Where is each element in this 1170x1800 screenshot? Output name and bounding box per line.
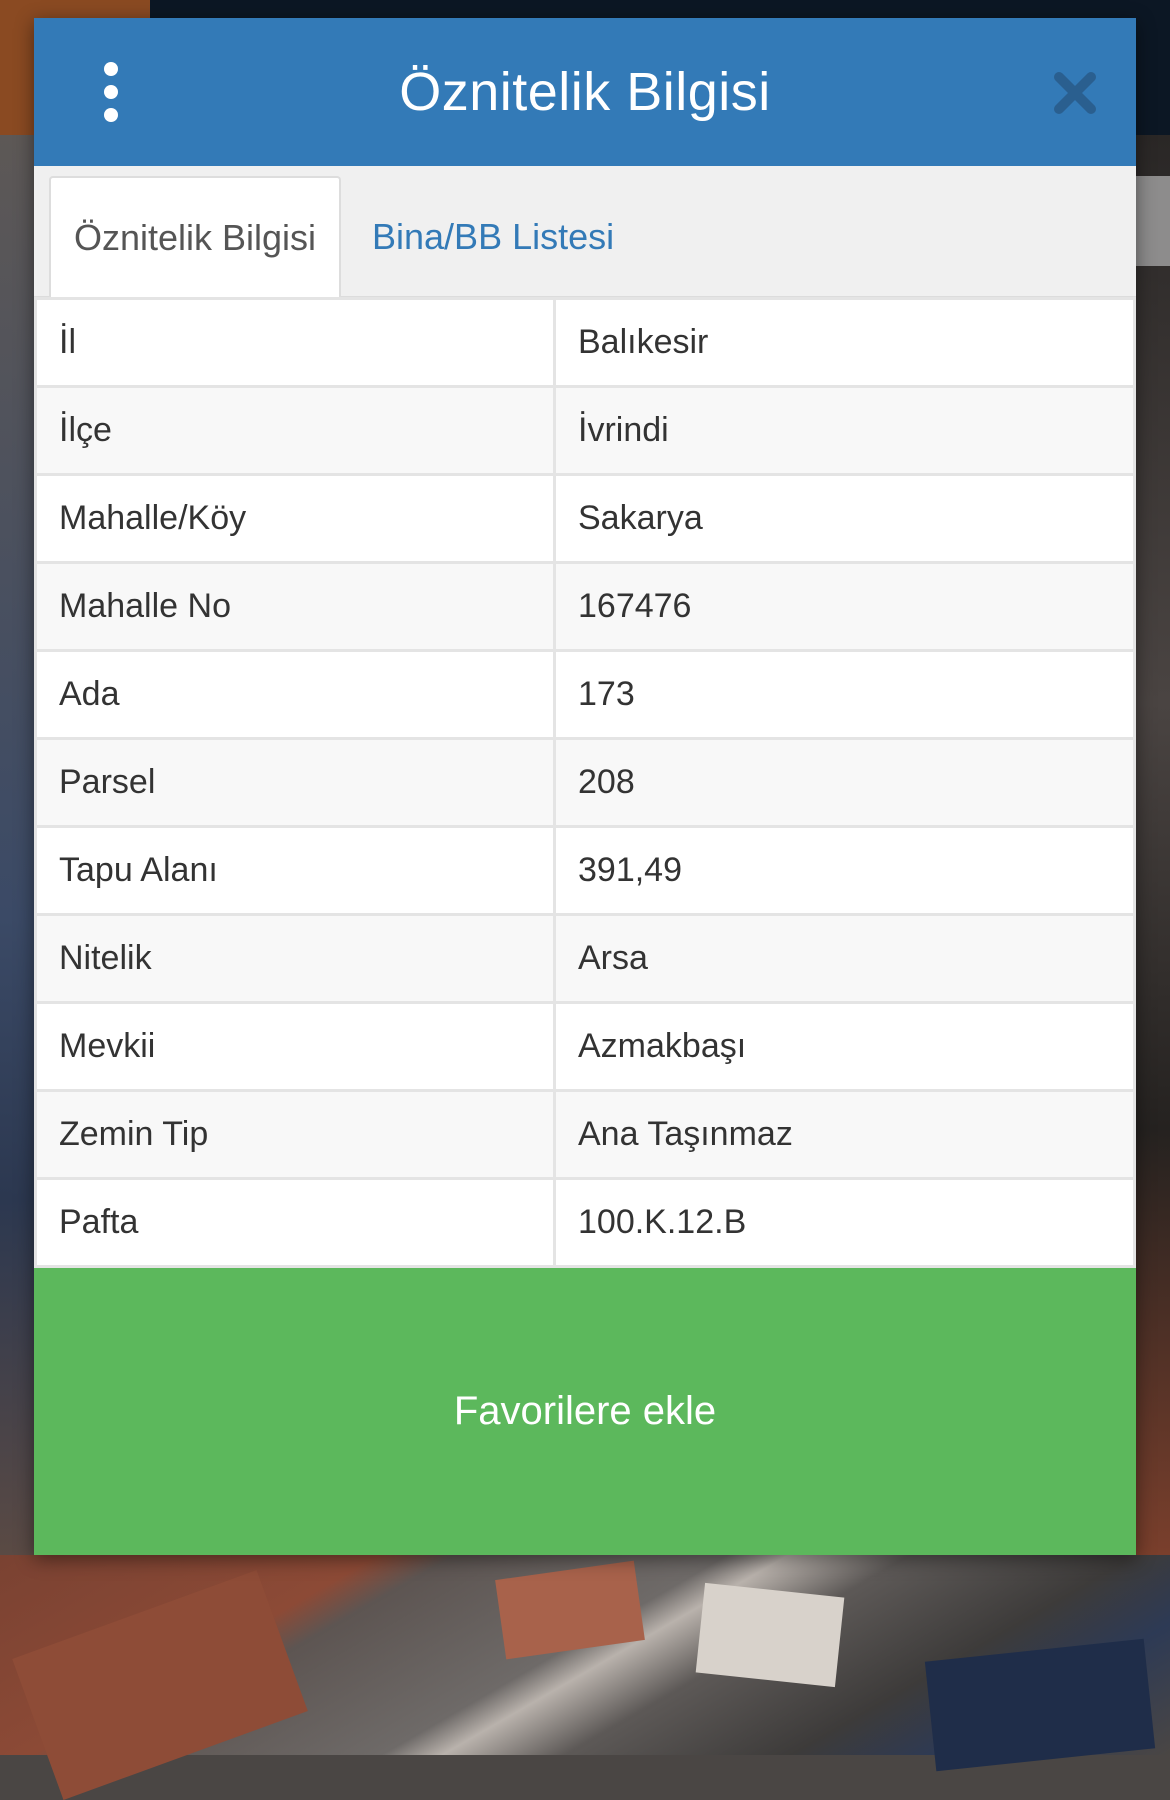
tab-building-list[interactable]: Bina/BB Listesi	[342, 176, 644, 297]
attribute-value: 173	[553, 649, 1136, 740]
attribute-value: Sakarya	[553, 473, 1136, 564]
vertical-ellipsis-icon	[104, 108, 118, 122]
table-row: Mahalle/Köy Sakarya	[34, 473, 1136, 564]
attribute-key: İl	[34, 297, 556, 388]
table-row: Ada 173	[34, 649, 1136, 740]
map-building-roof	[695, 1582, 845, 1688]
attribute-key: Zemin Tip	[34, 1089, 556, 1180]
attribute-key: Parsel	[34, 737, 556, 828]
table-row: Parsel 208	[34, 737, 1136, 828]
attribute-key: Nitelik	[34, 913, 556, 1004]
tab-bar: Öznitelik Bilgisi Bina/BB Listesi	[34, 166, 1136, 297]
map-building-roof	[924, 1638, 1156, 1772]
table-row: Mahalle No 167476	[34, 561, 1136, 652]
attribute-value: 391,49	[553, 825, 1136, 916]
attribute-value: 167476	[553, 561, 1136, 652]
attribute-table: İl Balıkesir İlçe İvrindi Mahalle/Köy Sa…	[34, 297, 1136, 1268]
table-row: İl Balıkesir	[34, 297, 1136, 388]
table-row: Zemin Tip Ana Taşınmaz	[34, 1089, 1136, 1180]
menu-button[interactable]	[92, 62, 130, 122]
attribute-value: Arsa	[553, 913, 1136, 1004]
table-row: Nitelik Arsa	[34, 913, 1136, 1004]
table-row: Mevkii Azmakbaşı	[34, 1001, 1136, 1092]
modal-title: Öznitelik Bilgisi	[399, 62, 771, 122]
attribute-key: Mevkii	[34, 1001, 556, 1092]
close-icon	[1054, 72, 1096, 114]
attribute-value: İvrindi	[553, 385, 1136, 476]
vertical-ellipsis-icon	[104, 62, 118, 76]
table-row: Tapu Alanı 391,49	[34, 825, 1136, 916]
attribute-value: Azmakbaşı	[553, 1001, 1136, 1092]
vertical-ellipsis-icon	[104, 85, 118, 99]
attribute-info-modal: Öznitelik Bilgisi Öznitelik Bilgisi Bina…	[34, 18, 1136, 1555]
attribute-key: Mahalle No	[34, 561, 556, 652]
attribute-key: Ada	[34, 649, 556, 740]
attribute-value: Ana Taşınmaz	[553, 1089, 1136, 1180]
attribute-key: Tapu Alanı	[34, 825, 556, 916]
attribute-value: Balıkesir	[553, 297, 1136, 388]
table-row: İlçe İvrindi	[34, 385, 1136, 476]
modal-header: Öznitelik Bilgisi	[34, 18, 1136, 166]
attribute-key: İlçe	[34, 385, 556, 476]
attribute-key: Mahalle/Köy	[34, 473, 556, 564]
close-button[interactable]	[1050, 68, 1100, 118]
tab-attribute-info[interactable]: Öznitelik Bilgisi	[49, 176, 341, 297]
map-right-edge	[1136, 135, 1170, 1555]
map-left-edge	[0, 135, 34, 1555]
table-row: Pafta 100.K.12.B	[34, 1177, 1136, 1268]
add-to-favorites-button[interactable]: Favorilere ekle	[34, 1268, 1136, 1555]
attribute-key: Pafta	[34, 1177, 556, 1268]
attribute-value: 100.K.12.B	[553, 1177, 1136, 1268]
attribute-value: 208	[553, 737, 1136, 828]
map-side-panel-handle[interactable]	[1136, 176, 1170, 266]
